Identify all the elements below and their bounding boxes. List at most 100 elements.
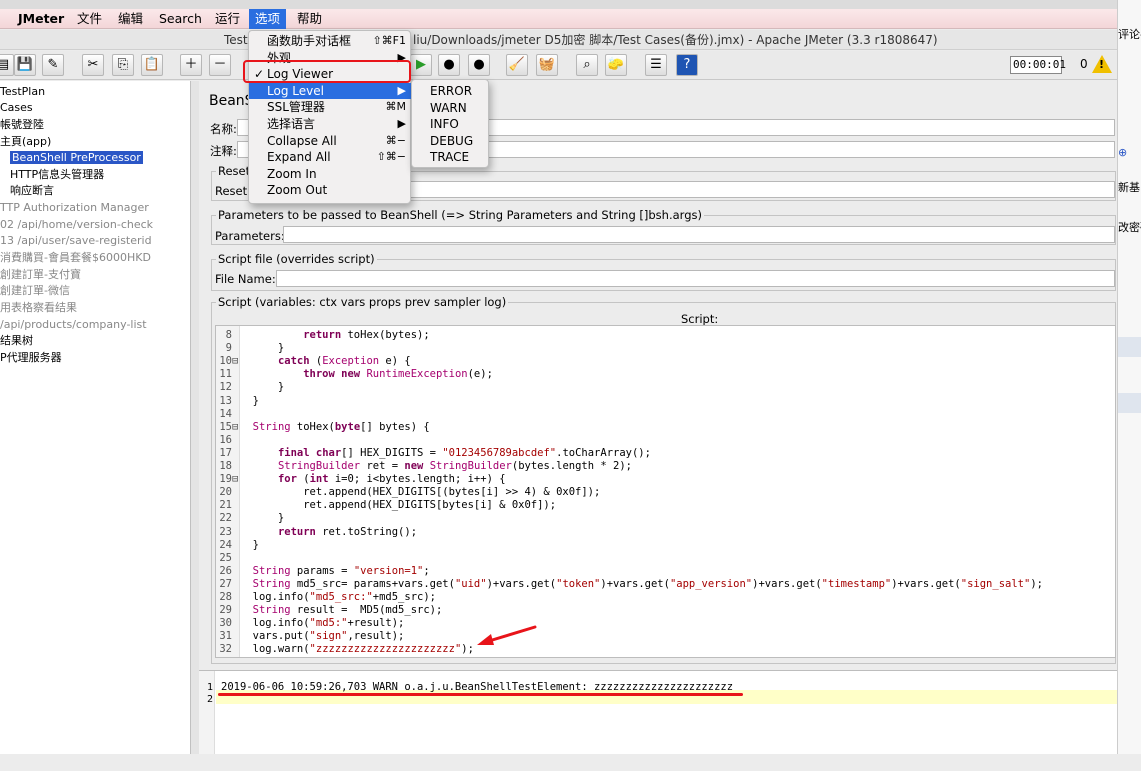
tree-item[interactable]: 主頁(app) [0, 134, 51, 150]
tree-item[interactable]: 13 /api/user/save-registerid [0, 233, 152, 249]
code-line-number: 18 [219, 460, 232, 472]
menu-item-label: SSL管理器 [267, 100, 325, 115]
title-left: Test [224, 33, 248, 47]
shutdown-icon[interactable]: ● [468, 54, 490, 76]
tree-item[interactable]: 消費購買-會員套餐$6000HKD [0, 250, 151, 266]
reset-field[interactable] [387, 181, 1115, 198]
script-label: Script: [681, 312, 719, 326]
code-text: ret.append(HEX_DIGITS[(bytes[i] >> 4) & … [240, 486, 601, 499]
clear-all-icon[interactable]: 🧺 [536, 54, 558, 76]
save-edit-icon[interactable]: ✎ [42, 54, 64, 76]
warning-icon[interactable]: ! [1092, 55, 1112, 73]
reset-search-icon[interactable]: 🧽 [605, 54, 627, 76]
log-level-option[interactable]: DEBUG [412, 133, 490, 149]
help-icon[interactable]: ? [676, 54, 698, 76]
window-title: Test liu/Downloads/jmeter D5加密 脚本/Test C… [0, 30, 1117, 50]
fold-toggle-icon[interactable]: ⊟ [232, 473, 240, 486]
menu-app[interactable]: JMeter [12, 9, 70, 29]
tree-item[interactable]: 响应断言 [10, 183, 54, 199]
menu-item-label: Expand All [267, 150, 331, 165]
tree-item[interactable]: HTTP信息头管理器 [10, 167, 104, 183]
tree-item[interactable]: 结果树 [0, 333, 33, 349]
file-name-field[interactable] [276, 270, 1115, 287]
copy-icon[interactable]: ⎘ [112, 54, 134, 76]
code-line-number: 25 [219, 551, 232, 564]
menu-item[interactable]: Expand All ⇧⌘− [249, 149, 412, 165]
menu-edit[interactable]: 编辑 [112, 9, 149, 29]
code-text: for (int i=0; i<bytes.length; i++) { [277, 473, 506, 486]
menu-item[interactable]: Zoom In [249, 166, 412, 182]
tree-item[interactable]: 帳號登陸 [0, 117, 44, 133]
paste-icon[interactable]: 📋 [141, 54, 163, 76]
script-group-title: Script (variables: ctx vars props prev s… [216, 295, 509, 309]
menu-item-shortcut: ⇧⌘F1 [372, 34, 406, 47]
menu-item[interactable]: SSL管理器 ⌘M [249, 99, 412, 115]
start-no-pause-icon[interactable]: ▶ [410, 54, 432, 76]
background-window: 评论- ⊕ 新基 改密码 [1117, 0, 1141, 771]
log-level-option[interactable]: TRACE [412, 149, 490, 165]
tree-item[interactable]: BeanShell PreProcessor [10, 150, 143, 166]
code-text: StringBuilder ret = new StringBuilder(by… [277, 460, 632, 472]
tree-item-label: Cases [0, 101, 33, 114]
code-line: 10⊟ catch (Exception e) { [216, 355, 410, 368]
code-line-number: 21 [219, 499, 232, 512]
log-line-gutter: 1 2 [199, 671, 215, 755]
code-line-number: 24 [219, 538, 232, 551]
tree-item-label: 消費購買-會員套餐$6000HKD [0, 251, 151, 264]
menu-item[interactable]: Zoom Out [249, 182, 412, 198]
tree-item[interactable]: 創建訂單-支付寶 [0, 267, 81, 283]
tree-item[interactable]: Cases [0, 100, 33, 116]
menu-item[interactable]: Log Level ▶ [249, 82, 412, 99]
tree-item-label: 02 /api/home/version-check [0, 218, 154, 231]
search-icon[interactable]: ⌕ [576, 54, 598, 76]
log-level-option[interactable]: ERROR [412, 83, 490, 99]
code-line: 23 return ret.toString(); [216, 526, 417, 539]
script-editor[interactable]: 8 return toHex(bytes); 9 } 10⊟ catch (Exce… [215, 325, 1116, 658]
code-line: 32 log.warn("zzzzzzzzzzzzzzzzzzzzzz"); [216, 643, 474, 656]
function-helper-icon[interactable]: ☰ [645, 54, 667, 76]
code-text: String md5_src= params+vars.get("uid")+v… [252, 577, 1043, 590]
menu-item[interactable]: 函数助手对话框 ⇧⌘F1 [249, 33, 412, 49]
fold-toggle-icon[interactable]: ⊟ [232, 355, 240, 368]
open-icon[interactable]: ▤ [0, 54, 14, 76]
log-level-option[interactable]: WARN [412, 100, 490, 116]
code-text: log.info("md5_src:"+md5_src); [240, 591, 436, 603]
tree-item[interactable]: 創建訂單-微信 [0, 283, 70, 299]
tree-item[interactable]: TTP Authorization Manager [0, 200, 149, 216]
menu-item-label: Log Level [267, 83, 324, 98]
save-icon[interactable]: 💾 [14, 54, 36, 76]
menu-options[interactable]: 选项 [249, 9, 287, 29]
menu-search[interactable]: Search [153, 9, 208, 29]
log-viewer[interactable]: 1 2 2019-06-06 10:59:26,703 WARN o.a.j.u… [199, 670, 1117, 755]
menu-item[interactable]: Collapse All ⌘− [249, 133, 412, 149]
menu-item[interactable]: 选择语言 ▶ [249, 116, 412, 132]
code-text: log.warn("zzzzzzzzzzzzzzzzzzzzzz"); [240, 643, 474, 656]
menu-file[interactable]: 文件 [71, 9, 108, 29]
code-text: ret.append(HEX_DIGITS[bytes[i] & 0x0f]); [240, 499, 557, 512]
collapse-icon[interactable]: － [209, 54, 231, 76]
params-field[interactable] [283, 226, 1115, 243]
tree-item[interactable]: 02 /api/home/version-check [0, 217, 153, 233]
refresh-icon: ⊕ [1118, 146, 1128, 159]
tree-item-label: 創建訂單-微信 [0, 284, 70, 297]
log-level-option[interactable]: INFO [412, 116, 490, 132]
reset-label: Reset [215, 184, 248, 198]
elapsed-timer: 00:00:01 [1010, 56, 1066, 74]
tree-item-label: P代理服务器 [0, 351, 62, 364]
tree-item[interactable]: P代理服务器 [0, 350, 62, 366]
comment-label: 注释: [210, 144, 237, 158]
screenshot-root: JMeter 文件 编辑 Search 运行 选项 帮助 Test liu/Do… [0, 0, 1141, 771]
code-line: 11 throw new RuntimeException(e); [216, 368, 493, 381]
menu-help[interactable]: 帮助 [291, 9, 328, 29]
tree-item-label: 帳號登陸 [0, 118, 44, 131]
clear-icon[interactable]: 🧹 [506, 54, 528, 76]
fold-toggle-icon[interactable]: ⊟ [232, 421, 240, 434]
tree-item[interactable]: TestPlan [0, 84, 45, 100]
tree-item[interactable]: /api/products/company-list [0, 317, 147, 333]
tree-item[interactable]: 用表格察看结果 [0, 300, 77, 316]
stop-icon[interactable]: ● [438, 54, 460, 76]
expand-icon[interactable]: ＋ [180, 54, 202, 76]
cut-icon[interactable]: ✂ [82, 54, 104, 76]
split-pane-divider[interactable] [191, 81, 199, 754]
menu-run[interactable]: 运行 [209, 9, 246, 29]
